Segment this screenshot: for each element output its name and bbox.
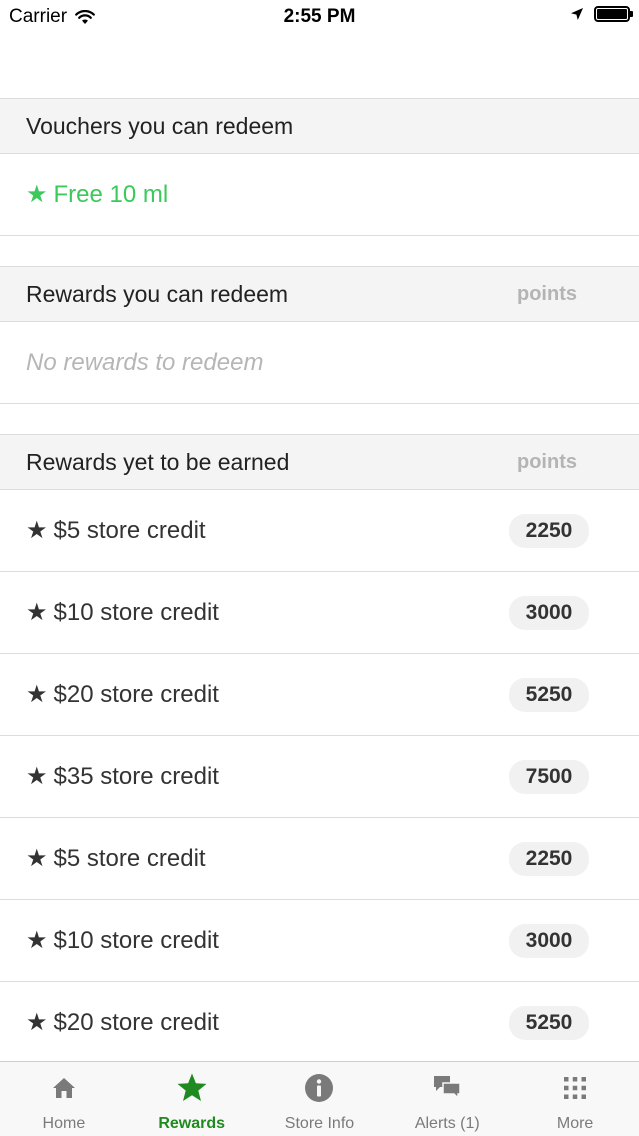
- reward-points-badge: 5250: [509, 1005, 589, 1040]
- vouchers-section-header: Vouchers you can redeem: [0, 98, 639, 154]
- star-icon: ★: [26, 763, 48, 790]
- reward-label: ★ $10 store credit: [26, 927, 219, 954]
- star-icon: ★: [26, 927, 48, 954]
- tab-home[interactable]: Home: [0, 1062, 128, 1136]
- reward-row[interactable]: ★ $20 store credit 5250: [0, 654, 639, 736]
- info-icon: [304, 1071, 334, 1105]
- tab-more[interactable]: More: [511, 1062, 639, 1136]
- reward-row[interactable]: ★ $20 store credit 5250: [0, 982, 639, 1064]
- chat-bubbles-icon: [432, 1071, 462, 1105]
- empty-rewards-text: No rewards to redeem: [26, 348, 264, 376]
- reward-row[interactable]: ★ $5 store credit 2250: [0, 490, 639, 572]
- tab-rewards[interactable]: Rewards: [128, 1062, 256, 1136]
- star-icon: ★: [26, 845, 48, 872]
- section-spacer: [0, 404, 639, 434]
- reward-label: ★ $5 store credit: [26, 517, 206, 544]
- star-icon: ★: [26, 1009, 48, 1036]
- tab-more-label: More: [556, 1115, 594, 1132]
- vouchers-section-title: Vouchers you can redeem: [26, 112, 294, 139]
- tab-store-info-label: Store Info: [284, 1115, 355, 1132]
- redeemable-section-header: Rewards you can redeem points: [0, 266, 639, 322]
- reward-label: ★ $10 store credit: [26, 599, 219, 626]
- tab-bar: Home Rewards Store Info Alerts (1) More: [0, 1061, 639, 1136]
- reward-points-badge: 5250: [509, 677, 589, 712]
- home-icon: [51, 1071, 77, 1105]
- tab-alerts[interactable]: Alerts (1): [383, 1062, 511, 1136]
- reward-points-badge: 2250: [509, 841, 589, 876]
- to-earn-section-title: Rewards yet to be earned: [26, 448, 290, 475]
- status-time: 2:55 PM: [283, 6, 356, 27]
- reward-row[interactable]: ★ $10 store credit 3000: [0, 572, 639, 654]
- to-earn-section-header: Rewards yet to be earned points: [0, 434, 639, 490]
- voucher-label: ★ Free 10 ml: [26, 181, 169, 208]
- tab-home-label: Home: [42, 1115, 86, 1132]
- reward-label: ★ $20 store credit: [26, 681, 219, 708]
- grid-dots-icon: [562, 1071, 588, 1105]
- reward-points-badge: 2250: [509, 513, 589, 548]
- tab-alerts-label: Alerts (1): [414, 1115, 480, 1132]
- status-bar: Carrier 2:55 PM: [0, 0, 639, 34]
- reward-row[interactable]: ★ $10 store credit 3000: [0, 900, 639, 982]
- rewards-list: Vouchers you can redeem ★ Free 10 ml Rewa…: [0, 98, 639, 1064]
- reward-row[interactable]: ★ $5 store credit 2250: [0, 818, 639, 900]
- redeemable-section-title: Rewards you can redeem: [26, 280, 289, 307]
- tab-store-info[interactable]: Store Info: [256, 1062, 384, 1136]
- reward-row[interactable]: ★ $35 store credit 7500: [0, 736, 639, 818]
- star-icon: [176, 1071, 208, 1105]
- star-icon: ★: [26, 681, 48, 708]
- tab-rewards-label: Rewards: [158, 1115, 226, 1132]
- status-right: [570, 6, 633, 22]
- to-earn-points-header: points: [517, 450, 577, 473]
- reward-points-badge: 3000: [509, 923, 589, 958]
- reward-points-badge: 3000: [509, 595, 589, 630]
- section-spacer: [0, 236, 639, 266]
- battery-icon: [594, 6, 633, 22]
- star-icon: ★: [26, 599, 48, 626]
- star-icon: ★: [26, 181, 48, 208]
- location-arrow-icon: [571, 8, 583, 20]
- voucher-row[interactable]: ★ Free 10 ml: [0, 154, 639, 236]
- reward-label: ★ $5 store credit: [26, 845, 206, 872]
- redeemable-points-header: points: [517, 282, 577, 305]
- reward-points-badge: 7500: [509, 759, 589, 794]
- reward-label: ★ $35 store credit: [26, 763, 219, 790]
- empty-rewards-row: No rewards to redeem: [0, 322, 639, 404]
- star-icon: ★: [26, 517, 48, 544]
- reward-label: ★ $20 store credit: [26, 1009, 219, 1036]
